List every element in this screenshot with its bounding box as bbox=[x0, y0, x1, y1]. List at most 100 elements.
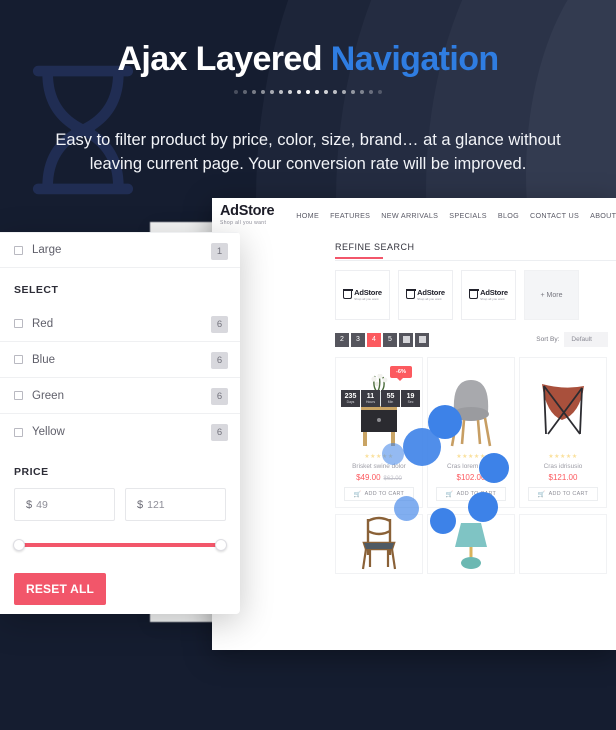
countdown-label: Hours bbox=[365, 399, 376, 404]
filter-count-badge: 6 bbox=[211, 424, 228, 441]
banner-stage: Ajax Layered Navigation Easy to filter p… bbox=[0, 0, 616, 730]
decorative-dot bbox=[351, 90, 355, 94]
price-min-input[interactable]: $ 49 bbox=[14, 488, 115, 521]
butterfly-chair-icon bbox=[542, 384, 584, 435]
product-card[interactable] bbox=[519, 514, 607, 574]
store-logo[interactable]: AdStore Shop all you want bbox=[220, 203, 275, 226]
product-grid-row-2 bbox=[335, 514, 616, 574]
decorative-circle bbox=[403, 428, 441, 466]
filter-row-color-green[interactable]: Green 6 bbox=[0, 378, 240, 414]
store-nav: HOME FEATURES NEW ARRIVALS SPECIALS BLOG CONT… bbox=[296, 211, 616, 220]
brand-filter-card[interactable]: AdStore Shop all you want bbox=[398, 270, 453, 320]
brand-filter-card[interactable]: AdStore Shop all you want bbox=[461, 270, 516, 320]
product-title: Brisket swine dolor bbox=[352, 463, 406, 470]
rating-stars: ★★★★★ bbox=[548, 454, 578, 460]
filter-panel: Large 1 SELECT Red 6 Blue 6 Green 6 Yellow 6 PR… bbox=[0, 232, 240, 614]
brand-card-tagline: Shop all you want bbox=[480, 296, 505, 301]
brand-filter-row: AdStore Shop all you want AdStore Shop all … bbox=[335, 270, 616, 320]
filter-row-color-yellow[interactable]: Yellow 6 bbox=[0, 414, 240, 450]
store-nav-item-features[interactable]: FEATURES bbox=[330, 211, 370, 220]
store-nav-item-blog[interactable]: BLOG bbox=[498, 211, 519, 220]
product-old-price: $62.00 bbox=[383, 476, 402, 482]
checkbox-icon[interactable] bbox=[14, 355, 23, 364]
grid-view-button[interactable] bbox=[399, 332, 413, 347]
sort-control: Sort By: Default bbox=[536, 332, 608, 347]
decorative-dot bbox=[288, 90, 292, 94]
price-max-input[interactable]: $ 121 bbox=[125, 488, 226, 521]
shopping-basket-icon bbox=[468, 289, 479, 299]
decorative-circle bbox=[468, 492, 498, 522]
countdown-label: Min bbox=[387, 399, 394, 404]
filter-label: Red bbox=[32, 317, 54, 330]
adstore-logo-icon: AdStore Shop all you want bbox=[468, 289, 508, 301]
cart-icon: 🛒 bbox=[445, 491, 454, 498]
countdown-unit: 235 Days bbox=[341, 390, 360, 407]
decorative-dot bbox=[261, 90, 265, 94]
decorative-dot bbox=[297, 90, 301, 94]
product-price: $121.00 bbox=[548, 473, 578, 482]
store-window: AdStore Shop all you want HOME FEATURES NE… bbox=[212, 198, 616, 650]
brand-card-name: AdStore bbox=[354, 288, 382, 298]
listing-controls: 2345 Sort By: Default bbox=[335, 332, 616, 347]
store-nav-item-about-us[interactable]: ABOUT US bbox=[590, 211, 616, 220]
price-range-fields: $ 49 $ 121 bbox=[0, 488, 240, 521]
sort-select[interactable]: Default bbox=[564, 332, 608, 347]
title-accent: Navigation bbox=[330, 40, 499, 78]
slider-track bbox=[14, 543, 226, 547]
add-to-cart-button[interactable]: 🛒ADD TO CART bbox=[528, 487, 598, 501]
filter-count-badge: 1 bbox=[211, 243, 228, 260]
countdown-value: 55 bbox=[386, 392, 395, 400]
brand-filter-card[interactable]: AdStore Shop all you want bbox=[335, 270, 390, 320]
list-view-button[interactable] bbox=[415, 332, 429, 347]
store-nav-item-new-arrivals[interactable]: NEW ARRIVALS bbox=[381, 211, 438, 220]
product-card[interactable] bbox=[335, 514, 423, 574]
filter-heading-price: PRICE bbox=[14, 466, 49, 478]
color-filter-list: Red 6 Blue 6 Green 6 Yellow 6 bbox=[0, 306, 240, 450]
pagination-page-5[interactable]: 5 bbox=[383, 332, 397, 347]
filter-row-size-large[interactable]: Large 1 bbox=[0, 232, 240, 268]
brand-card-tagline: Shop all you want bbox=[354, 296, 379, 301]
currency-symbol: $ bbox=[137, 498, 144, 511]
shopping-basket-icon bbox=[405, 289, 416, 299]
brand-filter-more-button[interactable]: + More bbox=[524, 270, 579, 320]
store-nav-item-specials[interactable]: SPECIALS bbox=[449, 211, 487, 220]
filter-row-color-blue[interactable]: Blue 6 bbox=[0, 342, 240, 378]
checkbox-icon[interactable] bbox=[14, 391, 23, 400]
adstore-logo-icon: AdStore Shop all you want bbox=[405, 289, 445, 301]
checkbox-icon[interactable] bbox=[14, 427, 23, 437]
filter-count-badge: 6 bbox=[211, 352, 228, 369]
product-image bbox=[524, 364, 602, 448]
refine-underline bbox=[335, 257, 383, 259]
pagination-page-4[interactable]: 4 bbox=[367, 332, 381, 347]
decorative-dot bbox=[324, 90, 328, 94]
decorative-dot bbox=[270, 90, 274, 94]
view-icon bbox=[418, 336, 426, 343]
slider-handle-min[interactable] bbox=[13, 539, 25, 551]
countdown-value: 11 bbox=[366, 392, 375, 400]
reset-all-button[interactable]: RESET ALL bbox=[14, 573, 106, 605]
price-range-slider[interactable] bbox=[13, 539, 227, 551]
decorative-dot bbox=[378, 90, 382, 94]
decorative-dot bbox=[306, 90, 310, 94]
store-nav-item-home[interactable]: HOME bbox=[296, 211, 319, 220]
slider-handle-max[interactable] bbox=[215, 539, 227, 551]
countdown-unit: 19 Sec bbox=[401, 390, 420, 407]
store-nav-item-contact-us[interactable]: CONTACT US bbox=[530, 211, 579, 220]
checkbox-icon[interactable] bbox=[14, 245, 23, 255]
filter-row-color-red[interactable]: Red 6 bbox=[0, 306, 240, 342]
pagination-page-3[interactable]: 3 bbox=[351, 332, 365, 347]
product-image bbox=[340, 516, 418, 571]
store-brand-name: AdStore bbox=[220, 203, 275, 220]
filter-label: Yellow bbox=[32, 426, 65, 438]
decorative-circle bbox=[394, 496, 419, 521]
countdown-timer: 235 Days 11 Hours 55 Min 19 Sec bbox=[341, 390, 420, 407]
filter-label: Blue bbox=[32, 353, 56, 366]
pagination-page-2[interactable]: 2 bbox=[335, 332, 349, 347]
pagination: 2345 bbox=[335, 332, 429, 347]
product-card[interactable]: ★★★★★ Cras idrisusio $121.00 🛒 ADD TO CART bbox=[519, 357, 607, 508]
decorative-dot bbox=[333, 90, 337, 94]
countdown-label: Days bbox=[346, 399, 355, 404]
checkbox-icon[interactable] bbox=[14, 319, 23, 328]
add-to-cart-label: ADD TO CART bbox=[548, 491, 589, 497]
decorative-circle bbox=[479, 453, 509, 483]
